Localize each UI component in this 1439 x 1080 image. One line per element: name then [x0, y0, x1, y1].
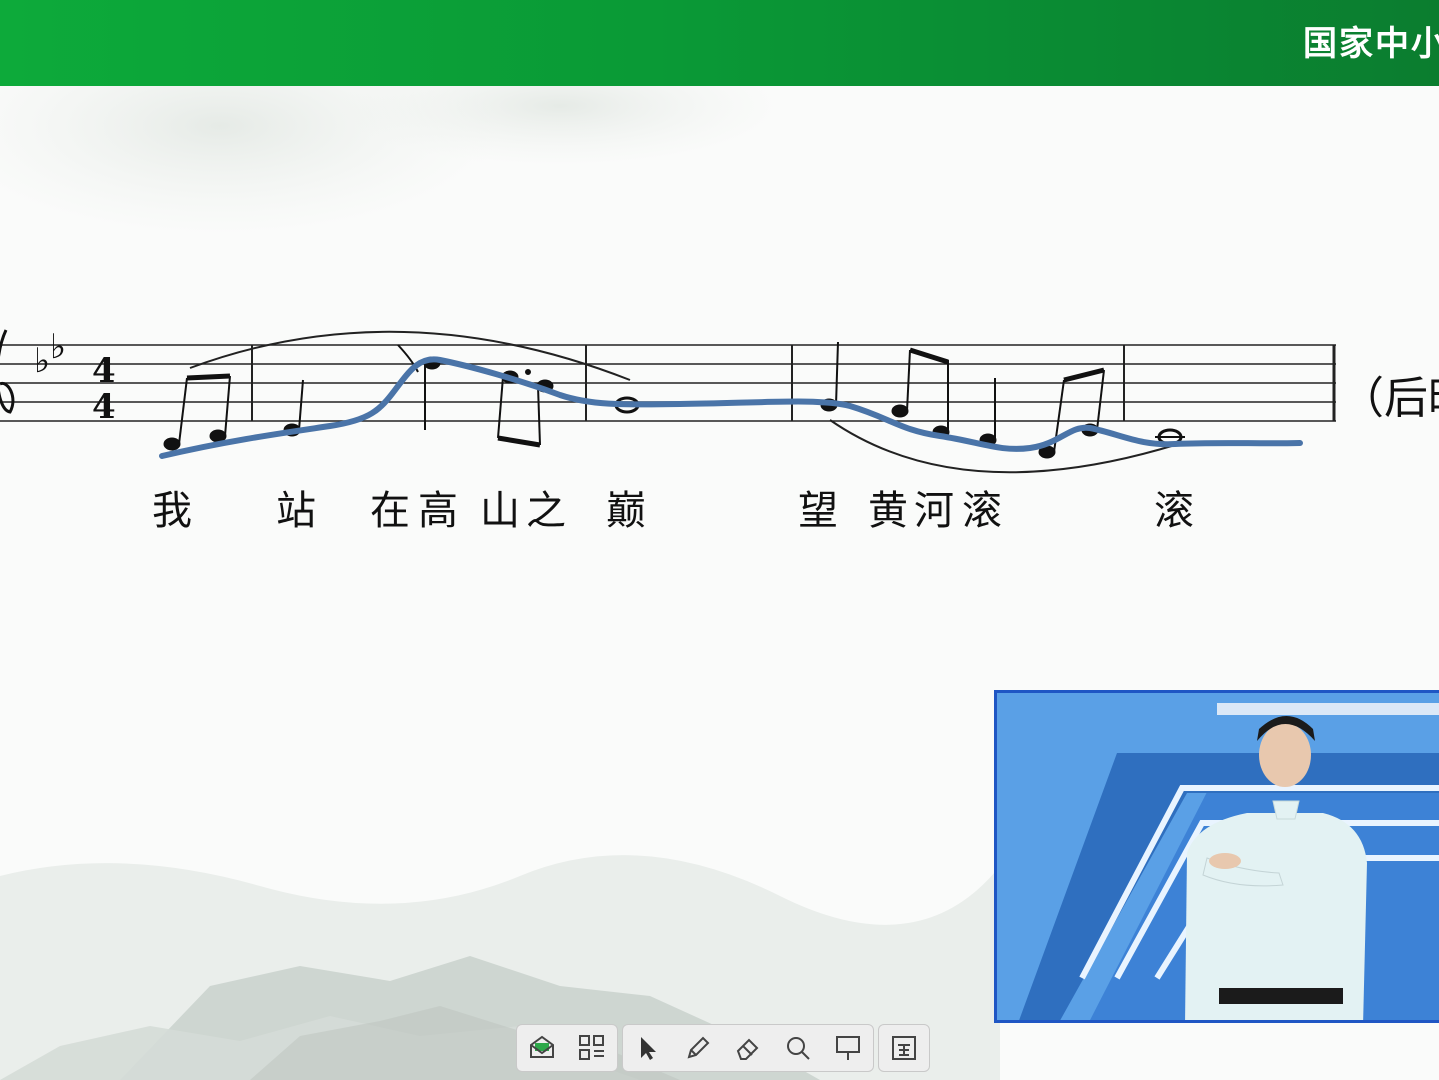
staff-lines [0, 344, 1336, 422]
svg-text:♭: ♭ [34, 341, 50, 381]
lyric-char: 在 [370, 488, 410, 534]
notes [163, 341, 1185, 459]
time-signature: 4 4 [92, 351, 116, 427]
lyric-char: 高 [418, 488, 458, 534]
magnifier-icon[interactable] [773, 1025, 823, 1071]
toolbar-group-tools [622, 1024, 874, 1072]
grid-menu-icon[interactable] [567, 1025, 617, 1071]
mail-stack-icon[interactable] [517, 1025, 567, 1071]
melody-contour-line [159, 356, 1303, 459]
toolbar-group-view [878, 1024, 930, 1072]
trailing-annotation: （后昭 [1340, 373, 1439, 424]
fullscreen-icon[interactable] [879, 1025, 929, 1071]
svg-text:4: 4 [92, 387, 116, 427]
treble-clef [0, 329, 15, 414]
drawing-toolbar [516, 1024, 930, 1074]
svg-text:♭: ♭ [50, 327, 66, 367]
lyric-char: 滚 [1154, 488, 1194, 534]
lyric-char: 巅 [606, 488, 646, 534]
pointer-icon[interactable] [623, 1025, 673, 1071]
board-icon[interactable] [823, 1025, 873, 1071]
lyric-char: 之 [526, 488, 566, 534]
lyric-char: 滚 [962, 488, 1002, 534]
lyric-char: 我 [152, 488, 192, 534]
lyric-char: 站 [276, 488, 316, 534]
svg-text:4: 4 [92, 351, 116, 391]
pen-icon[interactable] [673, 1025, 723, 1071]
key-signature-flats: ♭ ♭ [34, 327, 66, 381]
interpreter-video-frame [997, 693, 1439, 1020]
lyric-char: 黄 [868, 488, 908, 534]
lyric-char: 山 [480, 488, 520, 534]
lyric-char: 望 [798, 488, 838, 534]
lyric-char: 河 [914, 488, 954, 534]
interpreter-video-panel[interactable] [994, 690, 1439, 1023]
toolbar-group-menu [516, 1024, 618, 1072]
eraser-icon[interactable] [723, 1025, 773, 1071]
